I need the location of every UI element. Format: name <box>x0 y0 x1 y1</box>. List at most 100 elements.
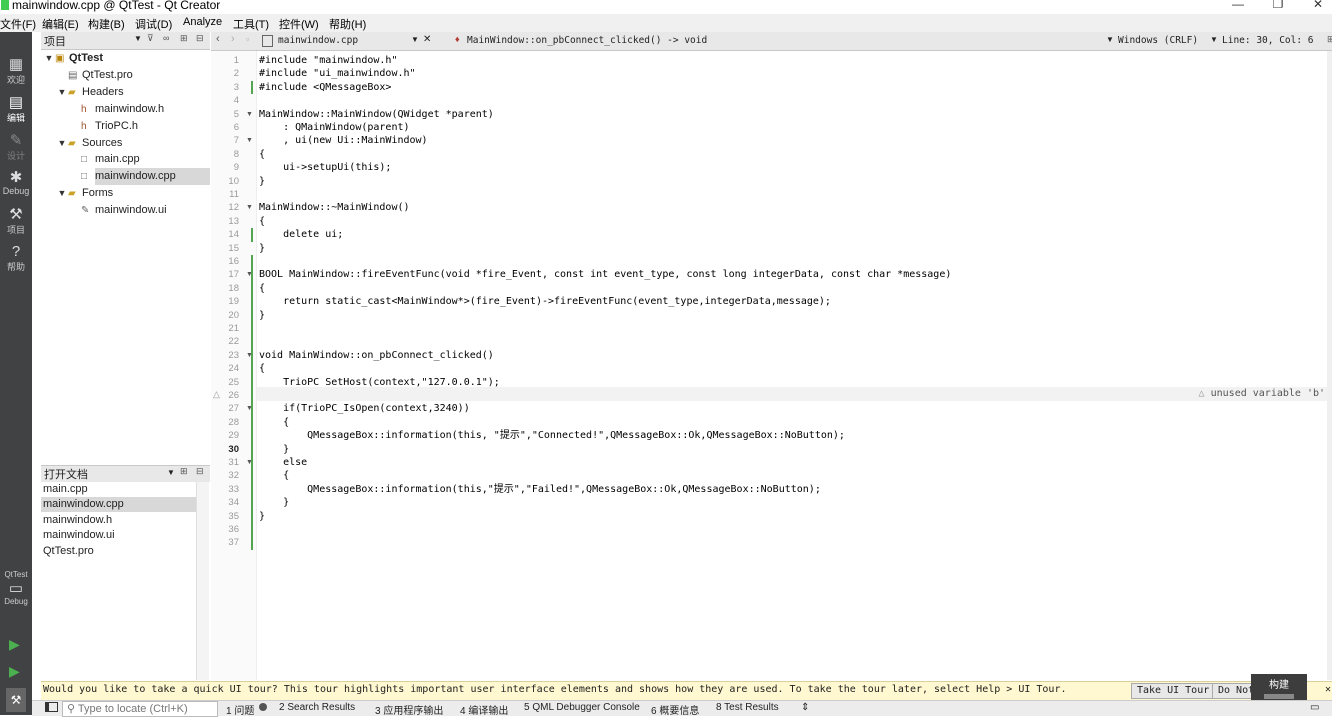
output-tab-search-results[interactable]: 2 Search Results <box>279 702 355 713</box>
output-tab-qml-debugger[interactable]: 5 QML Debugger Console <box>524 702 640 713</box>
code-line: } <box>259 497 290 509</box>
cursor-position[interactable]: Line: 30, Col: 6 <box>1222 35 1314 46</box>
split-editor-icon[interactable]: ⊞ <box>1327 34 1332 45</box>
file-tab[interactable]: mainwindow.cpp <box>278 35 358 46</box>
tree-item[interactable]: ▤ QtTest.pro <box>68 67 210 84</box>
code-line: : QMainWindow(parent) <box>259 122 410 133</box>
editor-scrollbar[interactable] <box>1327 51 1332 680</box>
expand-arrow-icon[interactable]: ▼ <box>57 135 67 152</box>
menu-widgets[interactable]: 控件(W) <box>279 16 319 32</box>
code-line: delete ui; <box>259 229 344 241</box>
mode-label: 项目 <box>6 225 25 235</box>
close-panel-icon[interactable]: ⊟ <box>196 466 204 477</box>
nav-back-icon[interactable]: ‹ <box>216 33 220 45</box>
code-editor[interactable]: #include "mainwindow.h" #include "ui_main… <box>257 51 1327 680</box>
close-file-icon[interactable]: ✕ <box>423 34 431 45</box>
build-icon[interactable]: ⚒ <box>6 688 26 712</box>
panel-title: 打开文档 <box>44 469 88 481</box>
line-number: 32 <box>228 470 239 482</box>
close-panel-icon[interactable]: ⊟ <box>196 33 204 44</box>
debug-run-icon[interactable]: ▶ <box>9 663 20 680</box>
tree-item-label: Sources <box>82 136 123 149</box>
fold-marker-icon[interactable]: ▼ <box>246 134 254 147</box>
mode-projects[interactable]: ⚒ 项目 <box>0 207 32 236</box>
kit-project: QtTest <box>4 570 28 579</box>
menu-tools[interactable]: 工具(T) <box>233 16 269 32</box>
tree-item-label: mainwindow.cpp <box>95 170 176 183</box>
menu-bar: 文件(F) 编辑(E) 构建(B) 调试(D) Analyze 工具(T) 控件… <box>0 14 1332 32</box>
code-line: if(TrioPC_IsOpen(context,3240)) <box>259 403 470 415</box>
mode-edit[interactable]: ▤ 编辑 <box>0 95 32 124</box>
mode-selector: ▦ 欢迎 ▤ 编辑 ✎ 设计 ✱ Debug ⚒ 项目 ? 帮助 QtTest … <box>0 32 32 715</box>
code-line: return static_cast<MainWindow*>(fire_Eve… <box>259 296 831 308</box>
tree-item[interactable]: □ mainwindow.cpp <box>81 168 210 186</box>
mode-label: 帮助 <box>6 262 25 272</box>
mode-debug[interactable]: ✱ Debug <box>0 170 32 197</box>
tree-item[interactable]: □ main.cpp <box>81 151 210 168</box>
minimize-icon[interactable]: — <box>1218 0 1258 11</box>
open-document-item[interactable]: QtTest.pro <box>41 544 198 559</box>
open-document-item[interactable]: main.cpp <box>41 482 198 497</box>
folder-file-icon: ▰ <box>68 137 76 149</box>
line-number: 17 <box>228 269 239 281</box>
output-tab-test-results[interactable]: 8 Test Results <box>716 702 779 713</box>
line-number: 4 <box>233 95 239 107</box>
close-infobar-icon[interactable]: ✕ <box>1325 684 1331 695</box>
line-ending-dropdown-icon[interactable]: ▼ <box>1106 35 1114 44</box>
tree-item[interactable]: ▼ ▰ Sources <box>58 135 210 152</box>
menu-build[interactable]: 构建(B) <box>88 16 125 32</box>
menu-help[interactable]: 帮助(H) <box>329 16 366 32</box>
take-ui-tour-button[interactable]: Take UI Tour <box>1131 683 1216 699</box>
menu-analyze[interactable]: Analyze <box>183 16 222 28</box>
code-line: QMessageBox::information(this,"提示","Fail… <box>259 483 821 495</box>
run-icon[interactable]: ▶ <box>9 636 20 653</box>
folder-file-icon: ▰ <box>68 86 76 98</box>
restore-icon[interactable]: ❐ <box>1258 0 1298 11</box>
open-documents-scrollbar[interactable] <box>196 482 209 680</box>
toggle-sidebar-icon[interactable] <box>45 702 58 712</box>
close-icon[interactable]: ✕ <box>1298 0 1332 11</box>
monitor-icon: ▭ <box>8 580 24 597</box>
file-dropdown-icon[interactable]: ▼ <box>411 35 419 44</box>
expand-arrow-icon[interactable]: ▼ <box>57 84 67 101</box>
line-ending-selector[interactable]: Windows (CRLF) <box>1118 35 1198 46</box>
tree-item[interactable]: ✎ mainwindow.ui <box>81 202 210 219</box>
tree-item[interactable]: ▼ ▣ QtTest <box>45 50 210 67</box>
expand-arrow-icon[interactable]: ▼ <box>57 185 67 202</box>
filter-icon[interactable]: ⊽ <box>147 33 154 44</box>
mode-welcome[interactable]: ▦ 欢迎 <box>0 57 32 86</box>
tree-item[interactable]: ▼ ▰ Forms <box>58 185 210 202</box>
panel-dropdown-icon[interactable]: ▼ <box>167 468 175 477</box>
symbol-selector[interactable]: MainWindow::on_pbConnect_clicked() -> vo… <box>467 35 707 46</box>
output-tabs-menu-icon[interactable]: ⇕ <box>801 702 809 713</box>
line-number: 22 <box>228 336 239 348</box>
open-document-item[interactable]: mainwindow.h <box>41 513 198 528</box>
mode-help[interactable]: ? 帮助 <box>0 244 32 273</box>
menu-edit[interactable]: 编辑(E) <box>42 16 79 32</box>
nav-forward-icon[interactable]: › <box>231 33 235 45</box>
tree-item[interactable]: ▼ ▰ Headers <box>58 84 210 101</box>
split-icon[interactable]: ⊞ <box>180 33 188 44</box>
fold-marker-icon[interactable]: ▼ <box>246 201 254 214</box>
tree-item[interactable]: h TrioPC.h <box>81 118 210 135</box>
open-document-item[interactable]: mainwindow.ui <box>41 528 198 543</box>
kit-selector[interactable]: QtTest ▭ Debug <box>0 570 32 606</box>
line-number: 21 <box>228 323 239 334</box>
line-number: 11 <box>229 189 239 200</box>
open-document-item[interactable]: mainwindow.cpp <box>41 497 198 513</box>
line-number-gutter[interactable]: 1 2 3 4 5 ▼ 6 7 ▼ 8 9 10 11 12 ▼ 13 14 15 16 17 ▼ 18 19 20 21 22 2… <box>211 51 257 680</box>
toggle-output-icon[interactable]: ▭ <box>1310 702 1319 713</box>
panel-dropdown-icon[interactable]: ▼ <box>134 34 142 43</box>
line-number: 12 <box>228 202 239 214</box>
line-number: 24 <box>228 363 239 375</box>
menu-file[interactable]: 文件(F) <box>0 16 36 32</box>
link-icon[interactable]: ∞ <box>163 33 169 43</box>
warning-gutter-icon[interactable]: △ <box>213 389 220 400</box>
menu-debug[interactable]: 调试(D) <box>135 16 172 32</box>
fold-marker-icon[interactable]: ▼ <box>246 108 254 121</box>
tree-item[interactable]: h mainwindow.h <box>81 101 210 118</box>
split-icon[interactable]: ⊞ <box>180 466 188 477</box>
position-dropdown-icon[interactable]: ▼ <box>1210 35 1218 44</box>
expand-arrow-icon[interactable]: ▼ <box>44 50 54 67</box>
mode-design[interactable]: ✎ 设计 <box>0 133 32 162</box>
